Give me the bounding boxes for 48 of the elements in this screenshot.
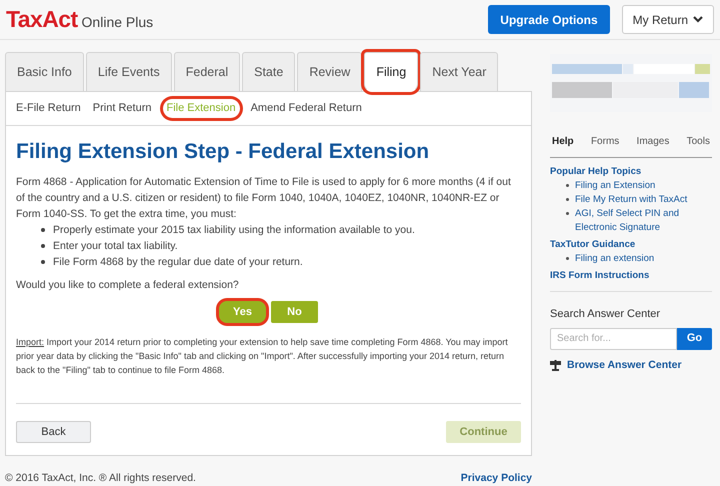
sidebar-tab[interactable]: Images (636, 134, 670, 149)
requirement-text: Enter your total tax liability. (53, 238, 178, 254)
subnav-tab[interactable]: Print Return (92, 99, 152, 118)
help-topic-link[interactable]: File My Return with TaxAct (575, 193, 688, 207)
signpost-icon (550, 360, 561, 371)
bullet-icon (566, 198, 569, 201)
logo: TaxAct (6, 5, 78, 34)
requirement-text: File Form 4868 by the regular due date of your return. (53, 254, 303, 270)
nav-tab[interactable]: Review (297, 52, 362, 92)
bullet-icon (41, 260, 45, 264)
sidebar-tab[interactable]: Help (552, 134, 574, 149)
nav-tab[interactable]: Basic Info (5, 52, 84, 92)
help-section-link[interactable]: Popular Help Topics (550, 165, 712, 179)
requirement-text: Properly estimate your 2015 tax liability using the information available to you. (53, 222, 415, 238)
help-topic-link[interactable]: AGI, Self Select PIN and Electronic Signature (575, 207, 712, 235)
copyright-text: © 2016 TaxAct, Inc. ® All rights reserved. (5, 471, 196, 486)
privacy-link[interactable]: Privacy Policy (460, 471, 532, 486)
page-title: Filing Extension Step - Federal Extension (16, 139, 430, 165)
sidebar-tab[interactable]: Forms (590, 134, 620, 149)
nav-tab[interactable]: Next Year (420, 52, 498, 92)
sidebar-tab[interactable]: Tools (686, 134, 710, 149)
browse-link[interactable]: Browse Answer Center (567, 358, 682, 374)
chevron-down-icon (693, 16, 703, 23)
bullet-icon (566, 257, 569, 260)
import-note: Import: Import your 2014 return prior to completing your extension to help save time completing Form 4868. You may import prior year data by clicking the "Basic Info" tab and clicking on "Import". After successfully importing your 2014 return, return back to the "Filing" tab to continue to file Form 4868. (16, 336, 509, 378)
intro-text: Form 4868 - Application for Automatic Extension of Time to File is used to apply for 6 more months (4 if out of the country and a U.S. citizen or resident) to file Form 1040, 1040A, 1040EZ, 1040NR, 1040NR-EZ or Form 1040-SS. To get the extra time, you must: (16, 174, 512, 222)
help-section-link[interactable]: TaxTutor Guidance (550, 238, 712, 252)
bullet-icon (41, 244, 45, 248)
help-section-link[interactable]: IRS Form Instructions (550, 269, 712, 283)
product-name: Online Plus (82, 12, 154, 32)
question-text: Would you like to complete a federal extension? (16, 278, 240, 292)
subnav-tab[interactable]: Amend Federal Return (250, 99, 363, 118)
search-field[interactable]: Search for... (550, 328, 677, 350)
upgrade-button[interactable]: Upgrade Options (488, 5, 610, 34)
back-button[interactable]: Back (16, 421, 91, 444)
bullet-icon (41, 228, 45, 232)
nav-tab[interactable]: Life Events (86, 52, 172, 92)
nav-tab[interactable]: State (242, 52, 296, 92)
bullet-icon (566, 184, 569, 187)
nav-tab[interactable]: Filing (364, 52, 418, 92)
go-button[interactable]: Go (677, 328, 712, 350)
my-return-button[interactable]: My Return (622, 5, 714, 34)
help-topic-link[interactable]: Filing an extension (575, 252, 654, 266)
help-topic-link[interactable]: Filing an Extension (575, 179, 656, 193)
bullet-icon (566, 212, 569, 215)
search-title: Search Answer Center (550, 307, 662, 322)
nav-tab[interactable]: Federal (174, 52, 240, 92)
subnav-tab[interactable]: E-File Return (15, 99, 82, 118)
